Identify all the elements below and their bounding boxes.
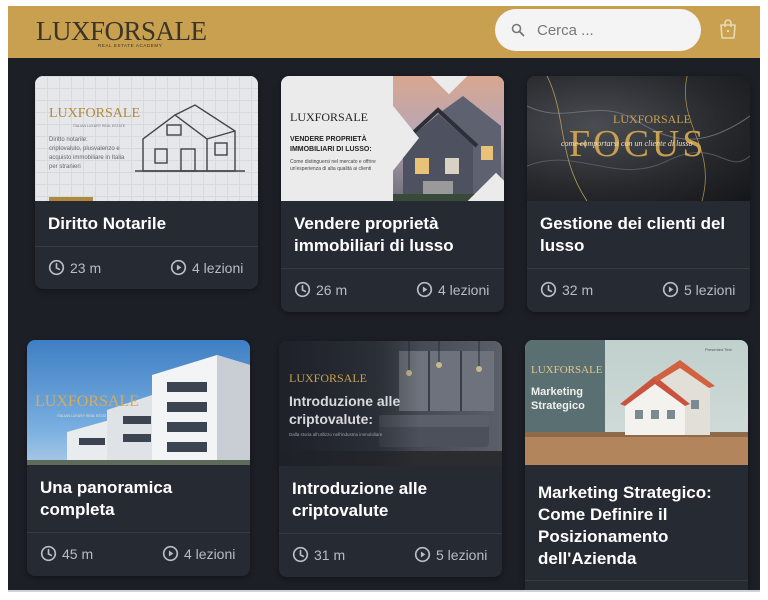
lessons-count: 5 lezioni xyxy=(662,281,735,298)
course-card-panoramica[interactable]: LUXFORSALE ITALIAN LUXURY REAL ESTATE Un… xyxy=(27,340,250,576)
course-thumbnail: LUXFORSALE Marketing Strategico Presente… xyxy=(525,340,748,465)
thumbnail-text-line: criptovaluto, plusvalenzo e xyxy=(49,146,120,152)
lessons-count: 5 lezioni xyxy=(414,546,487,563)
thumbnail-brand: LUXFORSALE xyxy=(290,110,369,124)
play-circle-icon xyxy=(416,281,433,298)
thumbnail-heading-line: Introduzione alle xyxy=(289,393,401,409)
course-title[interactable]: Marketing Strategico: Come Definire il P… xyxy=(538,482,738,570)
duration: 26 m xyxy=(294,281,347,298)
lessons-count: 4 lezioni xyxy=(170,259,243,276)
course-title[interactable]: Una panoramica completa xyxy=(40,477,240,521)
duration: 31 m xyxy=(292,546,345,563)
course-meta: 23 m 4 lezioni xyxy=(48,259,248,279)
lessons-value: 4 lezioni xyxy=(438,281,490,298)
thumbnail-heading-line: Marketing xyxy=(531,386,583,398)
thumbnail-script: come comportarsi con un cliente di lusso xyxy=(561,139,693,148)
lessons-count: 4 lezioni xyxy=(416,281,489,298)
duration-value: 32 m xyxy=(562,281,594,298)
thumbnail-brand: LUXFORSALE xyxy=(49,106,141,121)
duration: 32 m xyxy=(540,281,593,298)
card-divider xyxy=(281,268,504,269)
lessons-value: 4 lezioni xyxy=(192,259,244,276)
header-bar: LUXFORSALE REAL ESTATE ACADEMY xyxy=(8,6,760,58)
thumbnail-brand-tagline: ITALIAN LUXURY REAL ESTATE xyxy=(57,414,110,418)
course-card-criptovalute[interactable]: LUXFORSALE Introduzione alle criptovalut… xyxy=(279,341,502,577)
duration-value: 26 m xyxy=(316,281,348,298)
course-card-gestione-clienti[interactable]: LUXFORSALE FOCUS come comportarsi con un… xyxy=(527,76,750,312)
logo-wordmark: LUXFORSALE xyxy=(36,16,207,46)
card-divider xyxy=(35,246,258,247)
thumbnail-text-line: Dalla storia all'utilizzo nell'industria… xyxy=(289,432,383,437)
thumbnail-brand: LUXFORSALE xyxy=(531,364,603,376)
logo-tagline: REAL ESTATE ACADEMY xyxy=(98,43,163,48)
play-circle-icon xyxy=(170,259,187,276)
course-card-vendere-proprieta[interactable]: LUXFORSALE VENDERE PROPRIETÀ IMMOBILIARI… xyxy=(281,76,504,312)
course-thumbnail: LUXFORSALE FOCUS come comportarsi con un… xyxy=(527,76,750,201)
thumbnail-heading-line: VENDERE PROPRIETÀ xyxy=(290,136,367,143)
duration-value: 45 m xyxy=(62,545,94,562)
course-title[interactable]: Introduzione alle criptovalute xyxy=(292,478,492,522)
course-title[interactable]: Diritto Notarile xyxy=(48,213,248,235)
duration: 23 m xyxy=(48,259,101,276)
course-title[interactable]: Vendere proprietà immobiliari di lusso xyxy=(294,213,494,257)
duration: 45 m xyxy=(40,545,93,562)
lessons-value: 5 lezioni xyxy=(436,546,488,563)
thumbnail-text-line: Diritto notarile: xyxy=(49,137,88,143)
course-meta: 31 m 5 lezioni xyxy=(292,546,492,566)
thumbnail-text-line: un'esperienza di alta qualità ai clienti xyxy=(290,166,372,172)
thumbnail-text-line: per stranieri xyxy=(49,164,81,170)
lessons-value: 4 lezioni xyxy=(184,545,236,562)
lessons-value: 5 lezioni xyxy=(684,281,736,298)
card-divider xyxy=(527,268,750,269)
search-input[interactable] xyxy=(537,9,687,51)
course-thumbnail: LUXFORSALE ITALIAN LUXURY REAL ESTATE xyxy=(27,340,250,465)
course-card-diritto-notarile[interactable]: LUXFORSALE ITALIAN LUXURY REAL ESTATE Di… xyxy=(35,76,258,289)
thumbnail-brand: LUXFORSALE xyxy=(35,393,140,410)
house-drawing xyxy=(135,104,245,172)
clock-icon xyxy=(294,281,311,298)
card-divider xyxy=(27,532,250,533)
thumbnail-corner-text: Presented Test xyxy=(705,347,732,352)
thumbnail-heading-line: criptovalute: xyxy=(289,411,374,427)
app-window: LUXFORSALE REAL ESTATE ACADEMY LUXFORSAL… xyxy=(8,6,760,592)
thumbnail-heading-line: Strategico xyxy=(531,400,585,412)
course-meta: 32 m 5 lezioni xyxy=(540,281,740,301)
search-box[interactable] xyxy=(495,9,701,51)
thumbnail-text-line: acquisto immobiliare in Italia xyxy=(49,155,125,161)
duration-value: 31 m xyxy=(314,546,346,563)
card-divider xyxy=(525,580,748,581)
play-circle-icon xyxy=(662,281,679,298)
search-icon xyxy=(511,23,525,37)
thumbnail-heading-line: IMMOBILIARI DI LUSSO: xyxy=(290,146,372,153)
lessons-count: 4 lezioni xyxy=(162,545,235,562)
course-meta: 45 m 4 lezioni xyxy=(40,545,240,565)
clock-icon xyxy=(48,259,65,276)
duration-value: 23 m xyxy=(70,259,102,276)
shopping-bag-icon[interactable] xyxy=(718,18,738,40)
course-thumbnail: LUXFORSALE Introduzione alle criptovalut… xyxy=(279,341,502,466)
play-circle-icon xyxy=(162,545,179,562)
course-meta: 26 m 4 lezioni xyxy=(294,281,494,301)
course-card-marketing-strategico[interactable]: LUXFORSALE Marketing Strategico Presente… xyxy=(525,340,748,590)
thumbnail-brand: LUXFORSALE xyxy=(289,371,368,385)
clock-icon xyxy=(540,281,557,298)
course-title[interactable]: Gestione dei clienti del lusso xyxy=(540,213,740,257)
thumbnail-brand-tagline: ITALIAN LUXURY REAL ESTATE xyxy=(73,124,126,128)
site-logo[interactable]: LUXFORSALE REAL ESTATE ACADEMY xyxy=(36,16,207,50)
play-circle-icon xyxy=(414,546,431,563)
course-thumbnail: LUXFORSALE ITALIAN LUXURY REAL ESTATE Di… xyxy=(35,76,258,201)
clock-icon xyxy=(40,545,57,562)
course-thumbnail: LUXFORSALE VENDERE PROPRIETÀ IMMOBILIARI… xyxy=(281,76,504,201)
clock-icon xyxy=(292,546,309,563)
card-divider xyxy=(279,533,502,534)
